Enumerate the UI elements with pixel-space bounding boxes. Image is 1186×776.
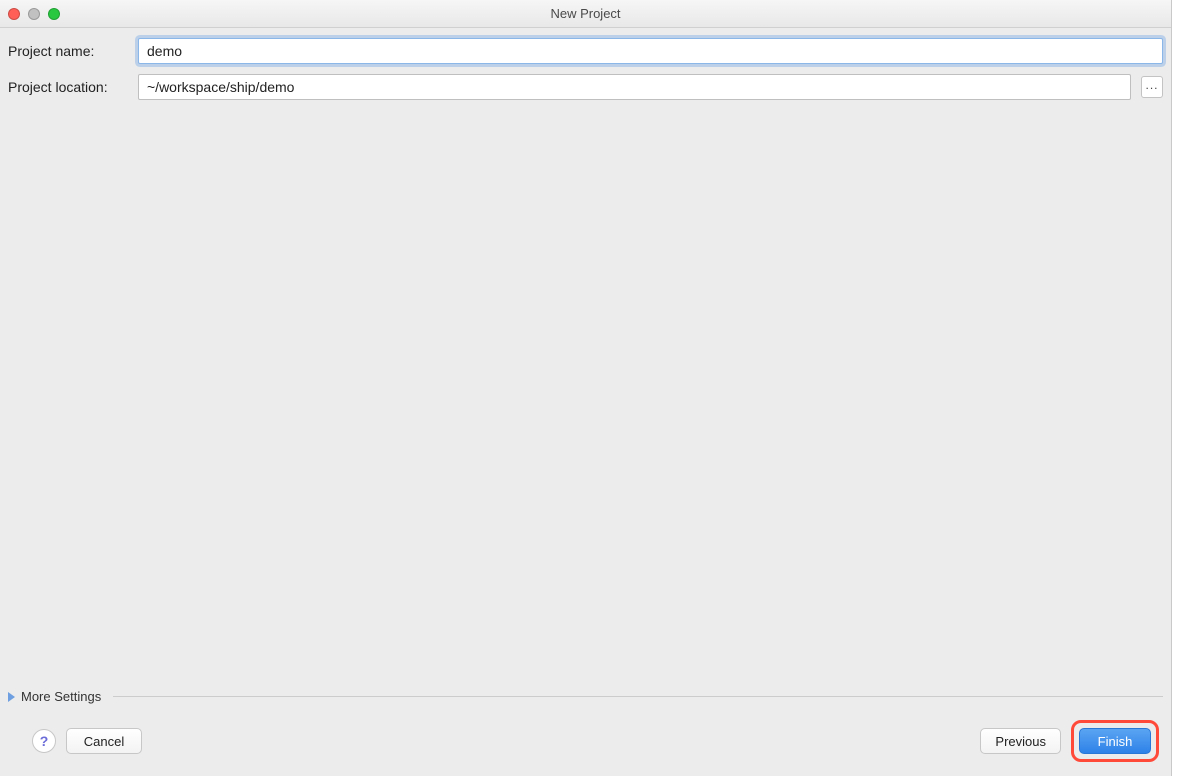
finish-highlight: Finish [1071, 720, 1159, 762]
window-title: New Project [0, 6, 1171, 21]
browse-location-button[interactable]: ... [1141, 76, 1163, 98]
new-project-dialog: New Project Project name: Project locati… [0, 0, 1172, 776]
background-window-strip [1172, 0, 1186, 776]
close-icon[interactable] [8, 8, 20, 20]
project-location-label: Project location: [8, 79, 128, 95]
form-area: Project name: Project location: ... [0, 28, 1171, 114]
chevron-right-icon [8, 692, 15, 702]
maximize-icon[interactable] [48, 8, 60, 20]
cancel-button[interactable]: Cancel [66, 728, 142, 754]
project-location-row: Project location: ... [8, 74, 1163, 100]
separator-line [113, 696, 1163, 697]
minimize-icon [28, 8, 40, 20]
project-name-row: Project name: [8, 38, 1163, 64]
title-bar: New Project [0, 0, 1171, 28]
previous-button[interactable]: Previous [980, 728, 1061, 754]
more-settings-label: More Settings [21, 689, 101, 704]
project-name-input[interactable] [138, 38, 1163, 64]
project-name-label: Project name: [8, 43, 128, 59]
help-button[interactable]: ? [32, 729, 56, 753]
more-settings-toggle[interactable]: More Settings [0, 685, 1171, 714]
finish-button[interactable]: Finish [1079, 728, 1151, 754]
spacer [0, 114, 1171, 685]
button-bar: ? Cancel Previous Finish [0, 714, 1171, 776]
window-controls [8, 8, 60, 20]
project-location-input[interactable] [138, 74, 1131, 100]
